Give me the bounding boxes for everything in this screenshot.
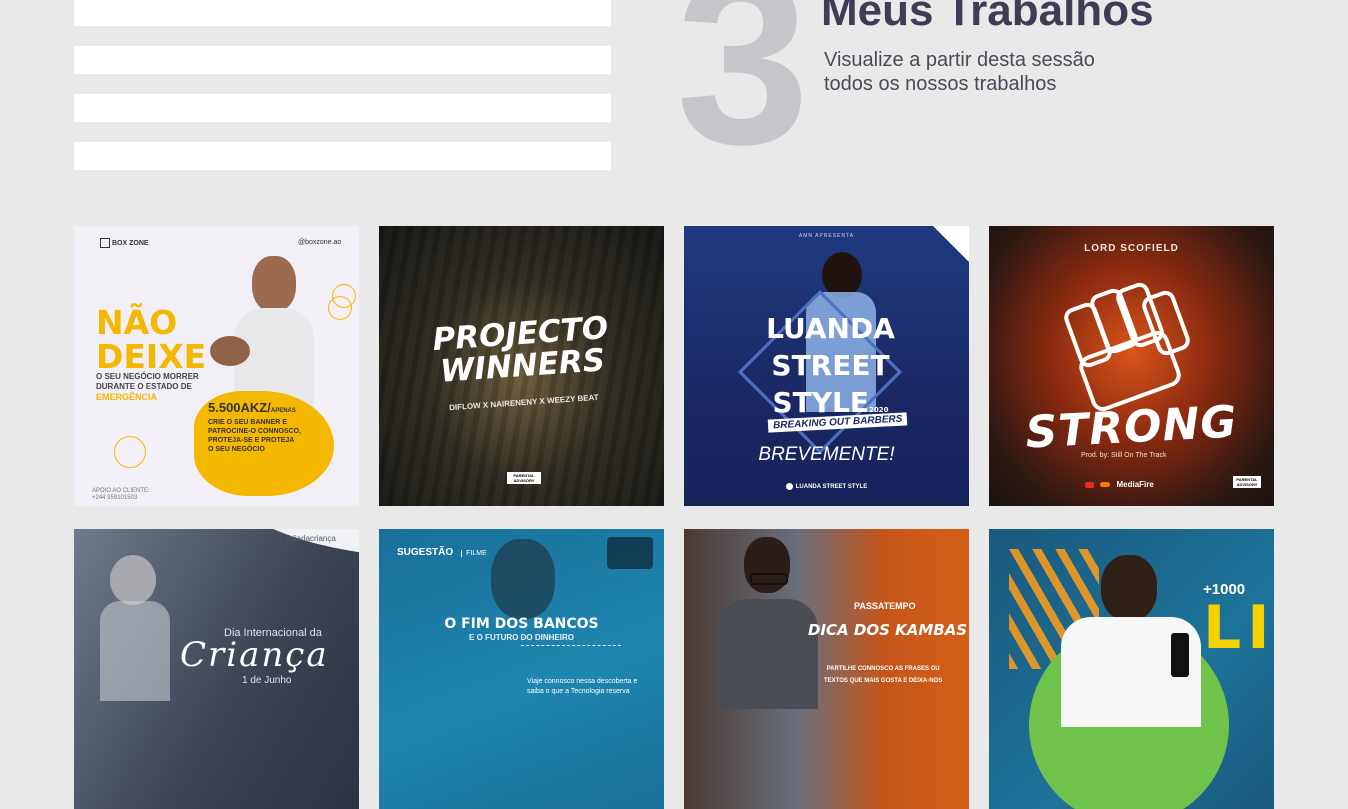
film-strip (521, 645, 621, 652)
big-word: LI (1203, 593, 1274, 663)
youtube-icon (1085, 481, 1094, 488)
section-subtitle: Visualize a partir desta sessão todos os… (824, 48, 1144, 96)
fist-icon (1061, 280, 1193, 415)
person-photo (1061, 551, 1201, 727)
brand-logo: BOX ZONE (100, 238, 149, 248)
social-handle: @boxzone.ao (298, 239, 342, 246)
advisory-label: PARENTAL ADVISORY (507, 472, 541, 484)
portfolio-item[interactable]: +1000 LI (989, 529, 1274, 809)
post-title: DICA DOS KAMBAS (808, 621, 968, 639)
section-subtitle-line: todos os nossos trabalhos (824, 73, 1057, 95)
facebook-icon (785, 483, 793, 490)
corner-fold (933, 226, 969, 262)
portfolio-item[interactable]: #diadacriança Dia Internacional da Crian… (74, 529, 359, 809)
placeholder-bar (74, 142, 611, 170)
portfolio-item[interactable]: SUGESTÃO FILME O FIM DOS BANCOS E O FUTUR… (379, 529, 664, 809)
hashtag: #diadacriança (286, 534, 336, 543)
portfolio-item[interactable]: PROJECTO WINNERS DIFLOW X NAIRENENY X WE… (379, 226, 664, 506)
offer-text: CRIE O SEU BANNER E PATROCINE-O CONNOSCO… (208, 419, 302, 453)
contact: APOIO AO CLIENTE: +244 959101503 (92, 488, 150, 501)
price: 5.500AKZ/APENAS (208, 400, 296, 415)
placeholder-bar (74, 46, 611, 74)
movie-subtitle: E O FUTURO DO DINHEIRO (469, 633, 574, 642)
child-photo (100, 549, 170, 701)
section-subtitle-line: Visualize a partir desta sessão (824, 49, 1095, 71)
track-title: STRONG (1024, 396, 1239, 459)
placeholder-bar (74, 94, 611, 122)
cta-text: BREVEMENTE! (758, 444, 895, 465)
movie-title: O FIM DOS BANCOS (444, 616, 599, 632)
presenter: AMN APRESENTA (798, 233, 855, 239)
producer: Prod. by: Still On The Track (1081, 452, 1167, 459)
kicker: PASSATEMPO (854, 601, 916, 611)
artist-name: LORD SCOFIELD (1084, 243, 1179, 254)
section-title: Meus Trabalhos (821, 0, 1154, 35)
portfolio-item[interactable]: PASSATEMPO DICA DOS KAMBAS PARTILHE CONN… (684, 529, 969, 809)
portfolio-item[interactable]: AMN APRESENTA LUANDA STREET STYLE2020 BR… (684, 226, 969, 506)
facebook-page: LUANDA STREET STYLE (684, 483, 969, 490)
soundcloud-icon (1100, 482, 1111, 488)
event-title: LUANDA STREET STYLE2020 (766, 312, 895, 419)
portfolio-item[interactable]: BOX ZONE @boxzone.ao NÃO DEIXE O SEU NEG… (74, 226, 359, 506)
camera-icon (607, 537, 653, 569)
decor-circle (114, 436, 146, 468)
decor-circle (328, 296, 352, 320)
tagline: O SEU NEGÓCIO MORRER DURANTE O ESTADO DE… (96, 372, 199, 402)
event-line2: Criança (180, 635, 329, 675)
service: MediaFire (1085, 480, 1154, 489)
description: PARTILHE CONNOSCO AS FRASES OU TEXTOS QU… (824, 666, 943, 684)
person-photo (714, 533, 824, 709)
placeholder-bar (74, 0, 611, 26)
description: Viaje connosco nessa descoberta e saiba … (527, 678, 638, 695)
section-number: 3 (676, 0, 810, 194)
headline: NÃO DEIXE (96, 303, 207, 376)
advisory-label: PARENTAL ADVISORY (1233, 476, 1261, 488)
portfolio-item[interactable]: LORD SCOFIELD STRONG Prod. by: Still On … (989, 226, 1274, 506)
box-icon (100, 238, 110, 248)
event-date: 1 de Junho (242, 675, 292, 686)
